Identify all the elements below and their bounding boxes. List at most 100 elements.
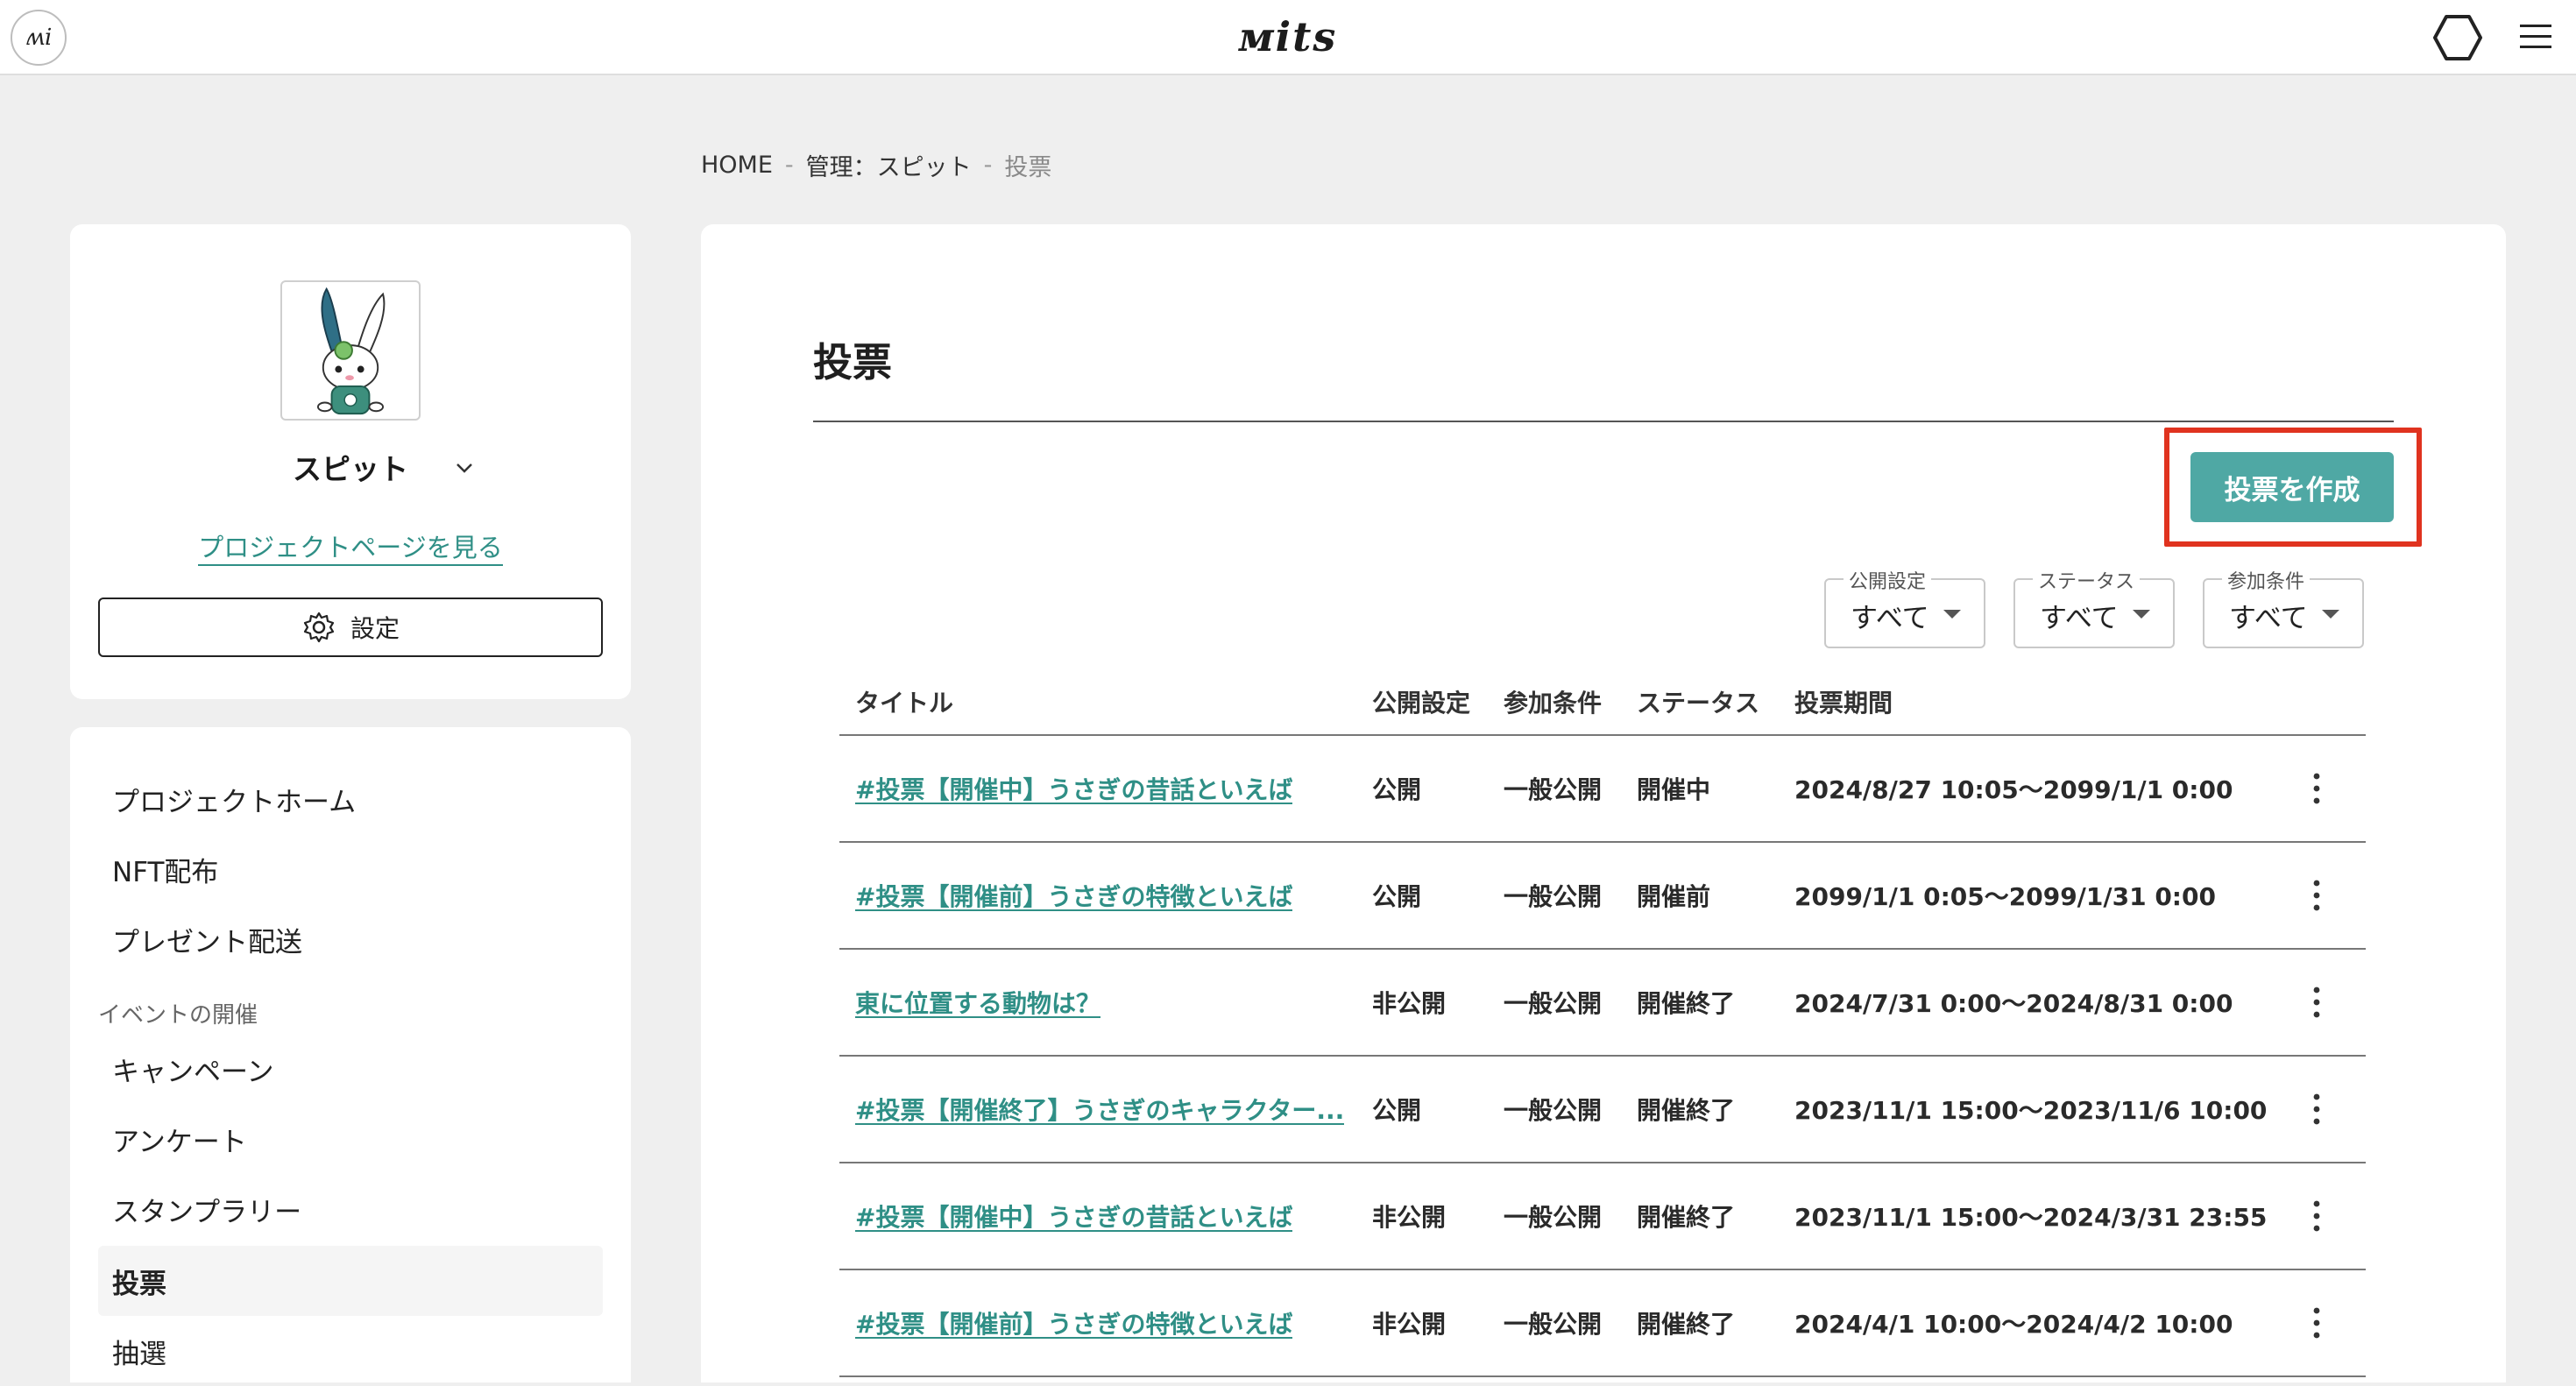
vote-title-link[interactable]: #投票【開催中】うさぎの昔話といえば bbox=[855, 1199, 1292, 1234]
period-cell: 2023/11/1 15:00〜2024/3/31 23:55 bbox=[1794, 1203, 2268, 1232]
column-header-status: ステータス bbox=[1637, 689, 1760, 718]
brand-logo[interactable]: ᴍits bbox=[1227, 9, 1349, 65]
project-name: スピット bbox=[293, 452, 408, 486]
filter-visibility[interactable]: 公開設定 すべて bbox=[1824, 566, 1985, 648]
table-header: タイトル 公開設定 参加条件 ステータス 投票期間 bbox=[839, 669, 2366, 736]
settings-label: 設定 bbox=[350, 614, 400, 643]
period-cell: 2024/7/31 0:00〜2024/8/31 0:00 bbox=[1794, 989, 2233, 1018]
title-cell: #投票【開催中】うさぎの昔話といえば bbox=[855, 1163, 1346, 1269]
sidebar-item-nft-distribution[interactable]: NFT配布 bbox=[98, 834, 603, 904]
project-page-link-wrap: プロジェクトページを見る bbox=[70, 527, 631, 566]
kebab-menu-icon[interactable] bbox=[2311, 771, 2322, 806]
status-cell: 開催前 bbox=[1637, 882, 1711, 911]
kebab-menu-icon[interactable] bbox=[2311, 1199, 2322, 1234]
condition-cell: 一般公開 bbox=[1504, 1310, 1603, 1339]
title-cell: #投票【開催終了】うさぎのキャラクター... bbox=[855, 1057, 1346, 1162]
condition-cell: 一般公開 bbox=[1504, 1203, 1603, 1232]
status-cell: 開催終了 bbox=[1637, 1310, 1736, 1339]
breadcrumb: HOME - 管理：スピット - 投票 bbox=[701, 147, 1051, 182]
table-row: #投票【開催中】うさぎの昔話といえば 公開 一般公開 開催中 2024/8/27… bbox=[839, 736, 2366, 843]
sidebar-item-survey[interactable]: アンケート bbox=[98, 1104, 603, 1174]
sidebar-item-lottery[interactable]: 抽選 bbox=[98, 1316, 603, 1386]
filter-label: ステータス bbox=[2033, 566, 2141, 594]
row-menu bbox=[2299, 1270, 2334, 1375]
table-row: 東に位置する動物は？ 非公開 一般公開 開催終了 2024/7/31 0:00〜… bbox=[839, 950, 2366, 1057]
filter-label: 参加条件 bbox=[2222, 566, 2311, 594]
row-menu bbox=[2299, 736, 2334, 841]
table-row: #投票【開催中】うさぎの昔話といえば 非公開 一般公開 開催終了 2023/11… bbox=[839, 1163, 2366, 1270]
kebab-menu-icon[interactable] bbox=[2311, 878, 2322, 913]
caret-down-icon bbox=[2133, 610, 2150, 619]
column-header-title: タイトル bbox=[855, 689, 954, 718]
vote-title-link[interactable]: #投票【開催終了】うさぎのキャラクター... bbox=[855, 1092, 1344, 1127]
period-cell: 2023/11/1 15:00〜2023/11/6 10:00 bbox=[1794, 1096, 2268, 1125]
title-cell: #投票【開催前】うさぎの特徴といえば bbox=[855, 1270, 1346, 1375]
votes-table: タイトル 公開設定 参加条件 ステータス 投票期間 #投票【開催中】うさぎの昔話… bbox=[839, 669, 2366, 1377]
app-badge-icon[interactable]: ʍi bbox=[11, 10, 67, 66]
caret-down-icon bbox=[1943, 610, 1961, 619]
vote-title-link[interactable]: 東に位置する動物は？ bbox=[855, 985, 1100, 1020]
condition-cell: 一般公開 bbox=[1504, 989, 1603, 1018]
filter-participation[interactable]: 参加条件 すべて bbox=[2203, 566, 2364, 648]
sidebar-item-project-home[interactable]: プロジェクトホーム bbox=[98, 764, 603, 834]
main-content: 投票 投票を作成 公開設定 すべて ステータス すべて 参加条件 すべて タイト… bbox=[701, 224, 2506, 1382]
kebab-menu-icon[interactable] bbox=[2311, 985, 2322, 1020]
sidebar-item-stamp-rally[interactable]: スタンプラリー bbox=[98, 1174, 603, 1244]
status-cell: 開催終了 bbox=[1637, 989, 1736, 1018]
filter-value: すべて bbox=[2040, 603, 2119, 634]
table-row: #投票【開催前】うさぎの特徴といえば 非公開 一般公開 開催終了 2024/4/… bbox=[839, 1270, 2366, 1377]
page-title: 投票 bbox=[813, 338, 893, 385]
column-header-period: 投票期間 bbox=[1794, 689, 1893, 718]
filter-status[interactable]: ステータス すべて bbox=[2013, 566, 2175, 648]
chevron-down-icon[interactable] bbox=[450, 454, 478, 482]
visibility-cell: 公開 bbox=[1372, 775, 1422, 804]
title-cell: 東に位置する動物は？ bbox=[855, 950, 1346, 1055]
condition-cell: 一般公開 bbox=[1504, 1096, 1603, 1125]
project-profile-card: スピット プロジェクトページを見る 設定 bbox=[70, 224, 631, 699]
row-menu bbox=[2299, 1163, 2334, 1269]
sidebar-item-present-delivery[interactable]: プレゼント配送 bbox=[98, 904, 603, 974]
gear-icon bbox=[303, 612, 335, 643]
vote-title-link[interactable]: #投票【開催前】うさぎの特徴といえば bbox=[855, 1305, 1292, 1340]
row-menu bbox=[2299, 1057, 2334, 1162]
project-page-link[interactable]: プロジェクトページを見る bbox=[198, 527, 503, 566]
period-cell: 2099/1/1 0:05〜2099/1/31 0:00 bbox=[1794, 882, 2216, 911]
settings-button[interactable]: 設定 bbox=[98, 598, 603, 657]
kebab-menu-icon[interactable] bbox=[2311, 1092, 2322, 1127]
row-menu bbox=[2299, 843, 2334, 948]
breadcrumb-current: 投票 bbox=[1004, 153, 1052, 181]
status-cell: 開催終了 bbox=[1637, 1203, 1736, 1232]
condition-cell: 一般公開 bbox=[1504, 775, 1603, 804]
sidebar-item-vote[interactable]: 投票 bbox=[98, 1246, 603, 1316]
visibility-cell: 公開 bbox=[1372, 1096, 1422, 1125]
title-cell: #投票【開催前】うさぎの特徴といえば bbox=[855, 843, 1346, 948]
table-row: #投票【開催前】うさぎの特徴といえば 公開 一般公開 開催前 2099/1/1 … bbox=[839, 843, 2366, 950]
breadcrumb-admin[interactable]: 管理：スピット bbox=[806, 148, 972, 182]
breadcrumb-separator: - bbox=[983, 151, 993, 179]
vote-title-link[interactable]: #投票【開催中】うさぎの昔話といえば bbox=[855, 771, 1292, 806]
visibility-cell: 非公開 bbox=[1372, 1203, 1447, 1232]
hamburger-menu-icon[interactable] bbox=[2518, 21, 2553, 53]
filter-label: 公開設定 bbox=[1844, 566, 1932, 594]
sidebar-nav: プロジェクトホーム NFT配布 プレゼント配送 イベントの開催 キャンペーン ア… bbox=[70, 727, 631, 1382]
breadcrumb-separator: - bbox=[784, 151, 794, 179]
sidebar-item-campaign[interactable]: キャンペーン bbox=[98, 1034, 603, 1104]
visibility-cell: 非公開 bbox=[1372, 1310, 1447, 1339]
breadcrumb-home[interactable]: HOME bbox=[701, 152, 773, 179]
kebab-menu-icon[interactable] bbox=[2311, 1305, 2322, 1340]
hexagon-icon[interactable] bbox=[2432, 14, 2483, 61]
status-cell: 開催終了 bbox=[1637, 1096, 1736, 1125]
top-bar: ʍi ᴍits bbox=[0, 0, 2576, 75]
filter-value: すべて bbox=[2229, 603, 2308, 634]
create-vote-button[interactable]: 投票を作成 bbox=[2190, 452, 2394, 522]
sidebar-section-events: イベントの開催 bbox=[98, 1001, 258, 1029]
status-cell: 開催中 bbox=[1637, 775, 1711, 804]
visibility-cell: 非公開 bbox=[1372, 989, 1447, 1018]
period-cell: 2024/8/27 10:05〜2099/1/1 0:00 bbox=[1794, 775, 2233, 804]
title-divider bbox=[813, 421, 2394, 422]
vote-title-link[interactable]: #投票【開催前】うさぎの特徴といえば bbox=[855, 878, 1292, 913]
condition-cell: 一般公開 bbox=[1504, 882, 1603, 911]
column-header-condition: 参加条件 bbox=[1504, 689, 1603, 718]
column-header-visibility: 公開設定 bbox=[1372, 689, 1471, 718]
visibility-cell: 公開 bbox=[1372, 882, 1422, 911]
